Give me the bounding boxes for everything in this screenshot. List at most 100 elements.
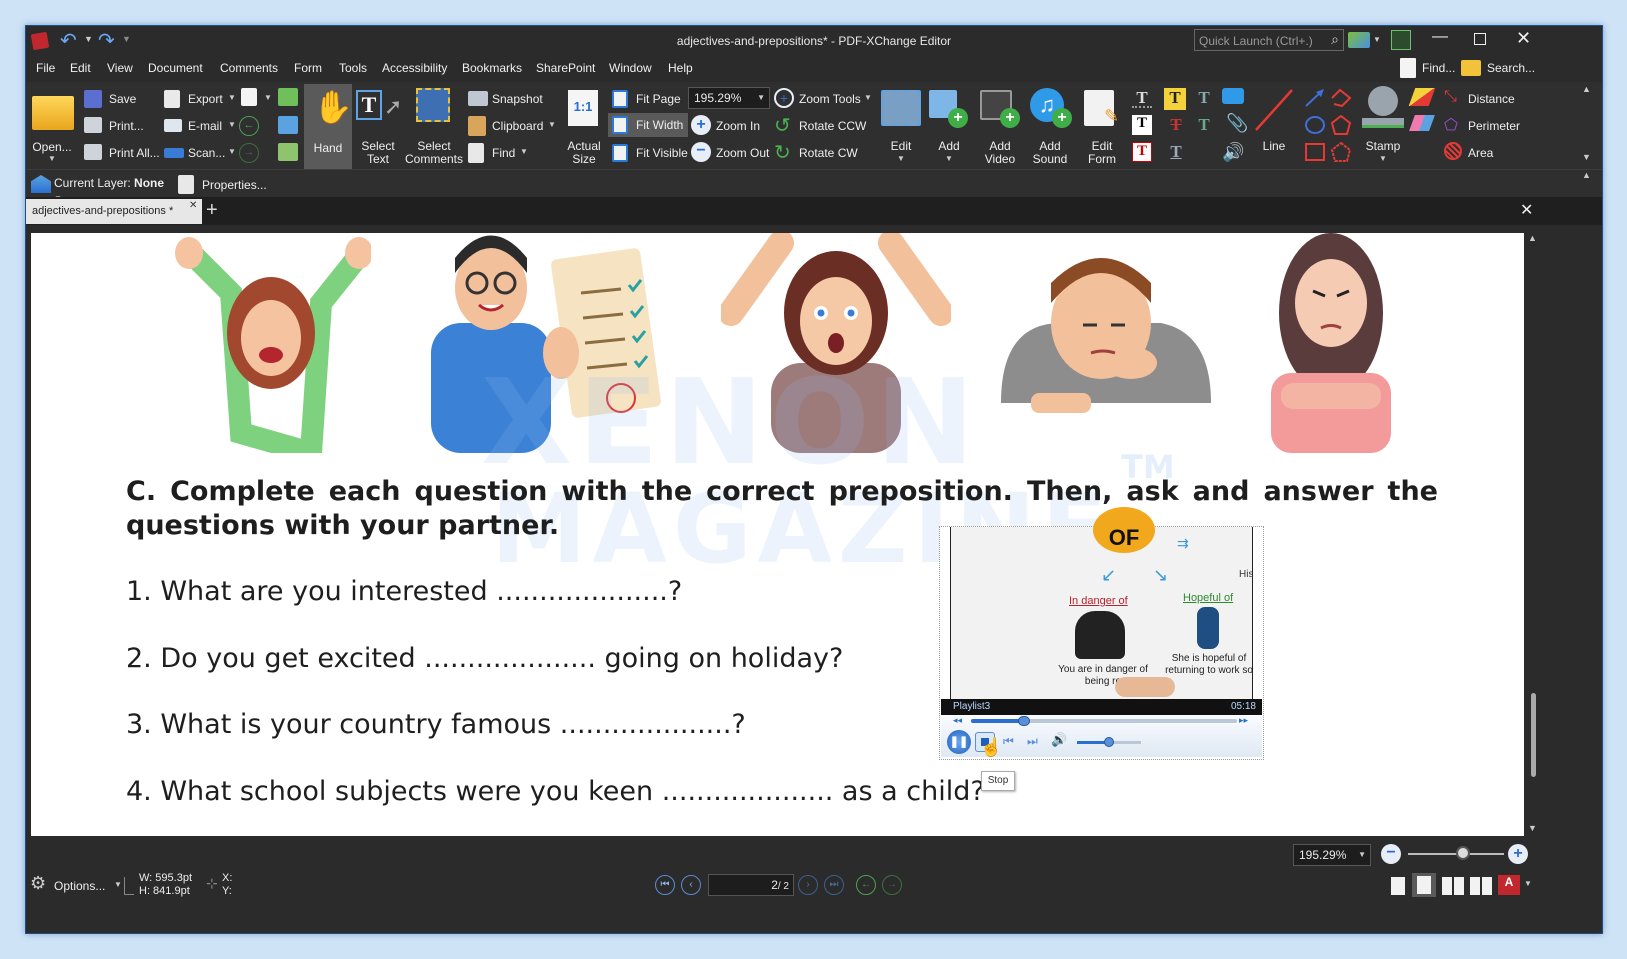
status-zoom-thumb[interactable] [1456, 846, 1470, 860]
volume-slider[interactable] [1077, 737, 1141, 747]
email-button[interactable]: E-mail ▼ [164, 115, 236, 137]
print-button[interactable]: Print... [84, 115, 154, 137]
customize-dropdown-icon[interactable]: ▼ [1373, 35, 1381, 44]
menu-bookmarks[interactable]: Bookmarks [462, 61, 522, 75]
attach-icon[interactable]: 📎 [1226, 113, 1248, 134]
previous-track-icon[interactable]: ⏮ [1003, 734, 1014, 749]
zoom-in-button[interactable]: + Zoom In [691, 115, 771, 137]
status-zoom-slider[interactable] [1408, 846, 1504, 860]
seek-bar-thumb[interactable] [1018, 716, 1031, 726]
menu-file[interactable]: File [36, 61, 55, 75]
add-video-button[interactable]: + Add Video [976, 84, 1024, 170]
distance-button[interactable]: ⤡ Distance [1444, 88, 1544, 110]
fit-visible-button[interactable]: Fit Visible [610, 142, 690, 164]
highlighter-icon[interactable] [1408, 88, 1436, 106]
fit-width-button[interactable]: Fit Width [608, 113, 688, 137]
properties-button[interactable]: Properties... [178, 174, 278, 196]
rectangle-icon[interactable] [1304, 142, 1326, 162]
edit-form-button[interactable]: ✎ Edit Form [1078, 84, 1126, 170]
previous-page-button[interactable]: ‹ [681, 875, 701, 895]
fit-page-button[interactable]: Fit Page [610, 88, 690, 110]
highlight-text-icon[interactable]: T [1164, 88, 1186, 110]
scroll-down-icon[interactable]: ▼ [1528, 823, 1537, 833]
continuous-facing-view-icon[interactable] [1470, 877, 1492, 895]
volume-thumb[interactable] [1104, 737, 1114, 747]
pdf-icon[interactable]: A [1498, 875, 1520, 895]
next-view-button[interactable]: → [882, 875, 902, 895]
new-tab-icon[interactable]: + [206, 199, 218, 222]
menu-form[interactable]: Form [294, 61, 322, 75]
line-tool-button[interactable]: Line [1252, 84, 1296, 170]
forward-icon[interactable]: → [239, 143, 259, 163]
previous-view-button[interactable]: ← [856, 875, 876, 895]
document-viewport[interactable]: XENON MAGAZINE TM C. Complete each quest… [31, 233, 1524, 836]
ribbon-scroll-down-icon[interactable]: ▼ [1582, 152, 1591, 162]
page-number-input[interactable]: 2/ 2 [708, 874, 794, 896]
scroll-up-icon[interactable]: ▲ [1528, 233, 1537, 243]
video-frame[interactable]: OF His ⇉ ↙ ↘ In danger of Hopeful of You… [950, 507, 1253, 699]
polygon-line-icon[interactable] [1330, 88, 1352, 108]
add-sound-button[interactable]: ♫ + Add Sound [1026, 84, 1074, 170]
strikeout-icon[interactable]: T [1166, 115, 1186, 135]
close-tab-icon[interactable]: ✕ [189, 200, 197, 211]
scroll-thumb[interactable] [1531, 693, 1536, 777]
print-all-button[interactable]: Print All... [84, 142, 164, 164]
stamp-button[interactable]: Stamp ▼ [1358, 84, 1408, 170]
save-button[interactable]: Save [84, 88, 154, 110]
pause-button[interactable]: ❚❚ [947, 730, 971, 754]
area-button[interactable]: Area [1444, 142, 1544, 164]
status-zoom-combo[interactable]: 195.29% ▼ [1293, 844, 1371, 866]
cloud-icon[interactable] [1330, 142, 1352, 162]
ribbon-scroll-up-icon[interactable]: ▲ [1582, 84, 1591, 94]
fullscreen-icon[interactable] [1391, 30, 1411, 50]
first-page-button[interactable]: ⏮ [655, 875, 675, 895]
current-layer-selector[interactable]: Current Layer: None ▼ [54, 176, 174, 203]
rotate-cw-button[interactable]: ↻ Rotate CW [774, 142, 874, 164]
minimize-button[interactable]: — [1432, 28, 1448, 46]
continuous-view-icon[interactable] [1412, 873, 1436, 897]
seek-bar[interactable] [971, 716, 1237, 726]
find-tool-button[interactable]: Find ▼ [468, 142, 548, 164]
add-button[interactable]: + Add ▼ [926, 84, 972, 170]
status-dropdown-icon[interactable]: ▼ [1524, 879, 1532, 888]
facing-view-icon[interactable] [1442, 877, 1464, 895]
replace-text-icon[interactable]: T [1194, 115, 1214, 135]
rotate-ccw-button[interactable]: ↺ Rotate CCW [774, 115, 874, 137]
text-box-icon[interactable]: T [1132, 115, 1152, 135]
image-icon[interactable] [278, 143, 298, 161]
snapshot-button[interactable]: Snapshot [468, 88, 558, 110]
single-page-view-icon[interactable] [1391, 877, 1405, 895]
vertical-scrollbar[interactable]: ▲ ▼ [1524, 233, 1544, 836]
next-page-button[interactable]: › [798, 875, 818, 895]
underline-icon[interactable]: T [1166, 142, 1186, 162]
rewind-icon[interactable]: ◂◂ [953, 715, 962, 726]
customize-icon[interactable] [1348, 32, 1370, 48]
volume-icon[interactable]: 🔊 [1051, 732, 1067, 748]
menu-edit[interactable]: Edit [70, 61, 91, 75]
document-tab[interactable]: adjectives-and-prepositions * ✕ [26, 199, 202, 224]
clipboard-button[interactable]: Clipboard ▼ [468, 115, 563, 137]
open-button[interactable]: Open... ▼ [30, 86, 74, 168]
layerbar-scroll-up-icon[interactable]: ▲ [1582, 170, 1591, 180]
fast-forward-icon[interactable]: ▸▸ [1239, 715, 1248, 726]
arrow-icon[interactable] [1304, 88, 1326, 108]
export-button[interactable]: Export ▼ [164, 88, 236, 110]
zoom-out-button[interactable]: − Zoom Out [691, 142, 771, 164]
next-track-icon[interactable]: ⏭ [1027, 734, 1038, 749]
menu-help[interactable]: Help [668, 61, 693, 75]
typewriter-icon[interactable]: T [1132, 88, 1152, 108]
edit-image-icon[interactable] [278, 116, 298, 134]
new-document-icon[interactable] [241, 88, 257, 106]
menu-comments[interactable]: Comments [220, 61, 278, 75]
select-text-button[interactable]: T ➚ Select Text [354, 84, 402, 170]
comment-icon[interactable] [1222, 88, 1244, 104]
polygon-icon[interactable] [1330, 115, 1352, 135]
status-zoom-out-icon[interactable]: − [1381, 844, 1401, 864]
maximize-button[interactable] [1474, 33, 1486, 45]
last-page-button[interactable]: ⏭ [824, 875, 844, 895]
menu-sharepoint[interactable]: SharePoint [536, 61, 595, 75]
menu-window[interactable]: Window [609, 61, 652, 75]
add-image-icon[interactable] [278, 88, 298, 106]
quick-launch-input[interactable]: Quick Launch (Ctrl+.) ⌕ [1194, 29, 1344, 51]
sound-comment-icon[interactable]: 🔊 [1222, 142, 1244, 163]
